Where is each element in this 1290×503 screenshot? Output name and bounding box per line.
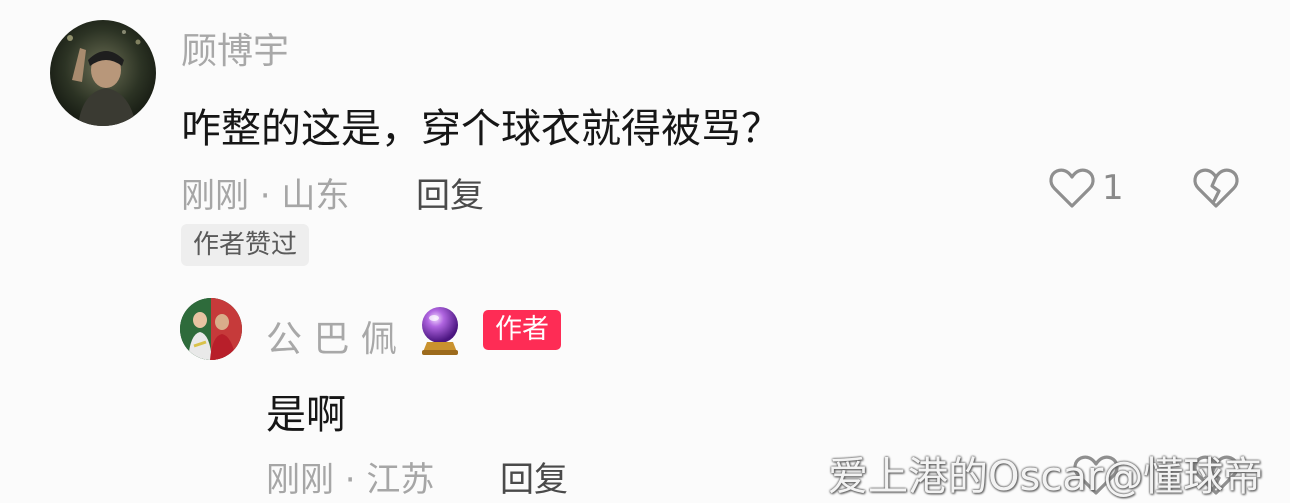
comment-username[interactable]: 顾博宇 xyxy=(181,22,289,74)
avatar[interactable] xyxy=(50,20,156,126)
author-badge: 作者 xyxy=(483,310,561,350)
reply-meta: 刚刚 · 江苏 xyxy=(266,460,435,500)
reply-username[interactable]: 公 巴 佩 xyxy=(266,310,397,362)
broken-heart-icon xyxy=(1193,168,1239,208)
reply-avatar[interactable] xyxy=(180,298,242,360)
reply-text: 是啊 xyxy=(266,392,346,438)
reply-button[interactable]: 回复 xyxy=(416,168,484,217)
like-count: 1 xyxy=(1102,168,1124,208)
crystal-ball-icon xyxy=(417,304,463,356)
heart-outline-icon xyxy=(1049,168,1095,208)
like-button[interactable] xyxy=(1048,165,1096,211)
watermark: 爱上港的Oscar@懂球帝 xyxy=(828,454,1264,500)
comment-thread: 顾博宇 咋整的这是，穿个球衣就得被骂？ 刚刚 · 山东 回复 1 作者赞过 公 … xyxy=(0,0,1290,503)
reply-reply-button[interactable]: 回复 xyxy=(500,452,568,501)
comment-meta: 刚刚 · 山东 xyxy=(181,176,350,216)
comment-text: 咋整的这是，穿个球衣就得被骂？ xyxy=(181,106,781,152)
author-liked-badge: 作者赞过 xyxy=(181,224,310,266)
dislike-button[interactable] xyxy=(1192,165,1240,211)
